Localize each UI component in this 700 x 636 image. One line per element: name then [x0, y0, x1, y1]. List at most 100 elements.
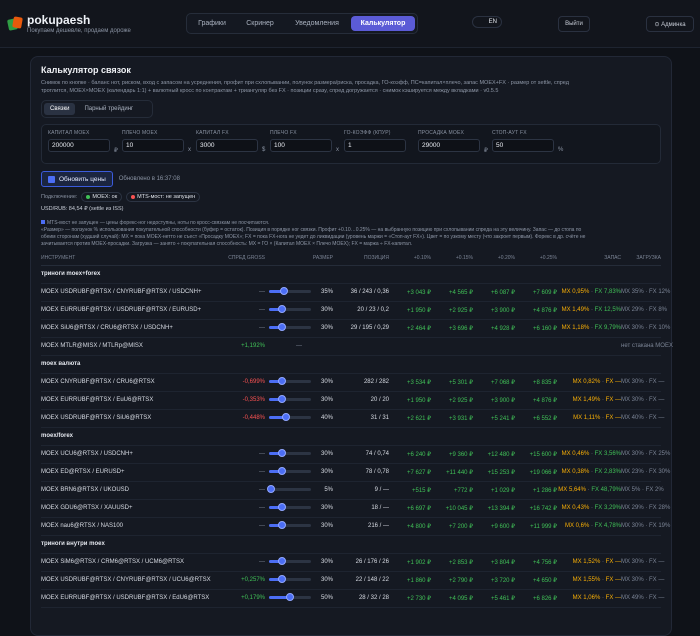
size-slider[interactable] — [269, 557, 311, 566]
instrument-cell: MOEX SiU6@RTSX / CRU6@RTSX / USDCNH+ — [41, 319, 213, 338]
reserve-cell: MX 0,82% · FX — — [557, 373, 621, 392]
size-slider[interactable] — [269, 287, 311, 296]
tab-charts[interactable]: Графики — [189, 16, 235, 31]
leverage-fx-input[interactable]: 100 — [270, 139, 332, 152]
size-slider[interactable] — [267, 485, 311, 494]
note-text: обеим сторонам (худший случай): MX = пок… — [41, 234, 586, 240]
field-drawdown-moex: ПРОСАДКА MOEX 29000 — [418, 130, 480, 152]
size-cell: 30% — [265, 301, 333, 320]
moex-status-badge: MOEX: ок — [81, 192, 123, 202]
position-cell: 9 / — — [333, 481, 389, 500]
slider-knob[interactable] — [277, 377, 286, 386]
profit-015-cell: +5 301 ₽ — [431, 373, 473, 392]
table-row[interactable]: MOEX USDRUBF@RTSX / CNYRUBF@RTSX / USDCN… — [41, 283, 670, 302]
capital-fx-input[interactable]: 3000 — [196, 139, 258, 152]
col-size[interactable]: РАЗМЕР — [265, 252, 333, 266]
page-title: Калькулятор связок — [41, 65, 131, 75]
slider-knob[interactable] — [277, 557, 286, 566]
slider-knob[interactable] — [277, 323, 286, 332]
table-row[interactable]: MOEX USDRUBF@RTSX / CNYRUBF@RTSX / UCU6@… — [41, 571, 664, 590]
table-row[interactable]: MOEX EURRUBF@RTSX / USDRUBF@RTSX / EURUS… — [41, 301, 667, 320]
profit-015-cell: +3 696 ₽ — [431, 319, 473, 338]
language-toggle[interactable]: EN — [472, 16, 502, 28]
leverage-moex-input[interactable]: 10 — [122, 139, 184, 152]
col-position[interactable]: ПОЗИЦИЯ — [333, 252, 389, 266]
size-slider[interactable] — [269, 377, 311, 386]
size-slider[interactable] — [269, 449, 311, 458]
instrument-cell: MOEX ED@RTSX / EURUSD+ — [41, 463, 213, 482]
col-reserve[interactable]: ЗАПАС — [557, 252, 621, 266]
table-row[interactable]: MOEX SiM6@RTSX / CRM6@RTSX / UCM6@RTSX — 3… — [41, 553, 664, 572]
table-row[interactable]: MOEX GDU6@RTSX / XAUUSD+ — 30% 18 / — +6 697… — [41, 499, 670, 518]
tab-notifications[interactable]: Уведомления — [285, 16, 349, 31]
reserve-cell: MX 0,43% · FX 3,29% — [557, 499, 621, 518]
size-slider[interactable] — [269, 395, 311, 404]
size-slider[interactable] — [269, 503, 311, 512]
slider-knob[interactable] — [267, 485, 276, 494]
tab-pair-trading[interactable]: Парный трейдинг — [78, 103, 139, 115]
position-cell: 36 / 243 / 0,36 — [333, 283, 389, 302]
table-row[interactable]: MOEX EURRUBF@RTSX / USDRUBF@RTSX / EdU6@… — [41, 589, 664, 608]
slider-knob[interactable] — [277, 467, 286, 476]
col-instrument[interactable]: ИНСТРУМЕНТ — [41, 252, 213, 266]
slider-knob[interactable] — [277, 449, 286, 458]
size-label: 40% — [320, 415, 333, 421]
profit-025-cell: +6 552 ₽ — [515, 409, 557, 428]
size-slider[interactable] — [269, 593, 311, 602]
table-row[interactable]: MOEX BRN6@RTSX / UKOUSD — 5% 9 / — +515 ₽ +77… — [41, 481, 664, 500]
table-row[interactable]: MOEX nau6@RTSX / NAS100— 30% 216 / — +4 800… — [41, 517, 670, 536]
table-row[interactable]: MOEX SiU6@RTSX / CRU6@RTSX / USDCNH+ — 30%… — [41, 319, 670, 338]
stopout-fx-input[interactable]: 50 — [492, 139, 554, 152]
size-slider[interactable] — [269, 575, 311, 584]
admin-button[interactable]: ⊙ Админка — [646, 16, 694, 32]
table-row[interactable]: MOEX CNYRUBF@RTSX / CRU6@RTSX -0,699% 30% 2… — [41, 373, 664, 392]
logo[interactable]: pokupaesh Покупаем дешевле, продаем доро… — [6, 14, 131, 34]
tab-calculator[interactable]: Калькулятор — [351, 16, 415, 31]
table-row[interactable]: MOEX EURRUBF@RTSX / EuU6@RTSX -0,353% 30% 2… — [41, 391, 664, 410]
go-coeff-input[interactable]: 1 — [344, 139, 406, 152]
slider-knob[interactable] — [277, 503, 286, 512]
table-row[interactable]: MOEX USDRUBF@RTSX / SiU6@RTSX -0,448% 40% 3… — [41, 409, 664, 428]
logout-button[interactable]: Выйти — [558, 16, 590, 32]
reserve-cell: MX 5,64% · FX 48,79% — [557, 481, 621, 500]
slider-knob[interactable] — [279, 287, 288, 296]
size-slider[interactable] — [269, 305, 311, 314]
table-row[interactable]: MOEX MTLR@MISX / MTLRp@MISX +1,192% — нет с… — [41, 337, 673, 356]
size-slider[interactable] — [269, 521, 311, 530]
slider-knob[interactable] — [277, 521, 286, 530]
spread-cell: — — [213, 517, 265, 536]
profit-010-cell — [389, 337, 431, 356]
table-row[interactable]: MOEX ED@RTSX / EURUSD+ — 30% 78 / 0,78 +7 62… — [41, 463, 670, 482]
group-title: триноги внутри moex — [41, 535, 661, 554]
tab-bundles[interactable]: Связки — [44, 103, 76, 115]
spread-cell: — — [213, 553, 265, 572]
slider-knob[interactable] — [281, 413, 290, 422]
slider-knob[interactable] — [286, 593, 294, 602]
size-slider[interactable] — [269, 413, 311, 422]
col-p20[interactable]: +0.20% — [473, 252, 515, 266]
reserve-mx: MX 1,52% — [572, 559, 601, 565]
col-p10[interactable]: +0.10% — [389, 252, 431, 266]
capital-moex-input[interactable]: 200000 — [48, 139, 110, 152]
unit-label: % — [558, 147, 564, 153]
table-row[interactable]: MOEX UCU6@RTSX / USDCNH+ — 30% 74 / 0,74 +6 … — [41, 445, 670, 464]
size-label: 30% — [320, 577, 333, 583]
reserve-mx: MX 0,46% — [561, 451, 590, 457]
spread-cell: -0,353% — [213, 391, 265, 410]
size-slider[interactable] — [269, 323, 311, 332]
profit-010-cell: +1 950 ₽ — [389, 391, 431, 410]
load-cell: MX 30% · FX 10% — [621, 319, 670, 338]
col-p25[interactable]: +0.25% — [515, 252, 557, 266]
drawdown-moex-input[interactable]: 29000 — [418, 139, 480, 152]
slider-knob[interactable] — [277, 395, 286, 404]
slider-knob[interactable] — [277, 305, 286, 314]
slider-knob[interactable] — [277, 575, 286, 584]
refresh-prices-button[interactable]: Обновить цены — [41, 171, 113, 187]
profit-015-cell: +3 931 ₽ — [431, 409, 473, 428]
tab-screener[interactable]: Скринер — [237, 16, 283, 31]
size-slider[interactable] — [269, 467, 311, 476]
load-cell: MX 30% · FX — — [621, 571, 664, 590]
col-p15[interactable]: +0.15% — [431, 252, 473, 266]
col-spread[interactable]: СПРЕД GROSS — [213, 252, 265, 266]
col-load[interactable]: ЗАГРУЗКА — [621, 252, 661, 266]
